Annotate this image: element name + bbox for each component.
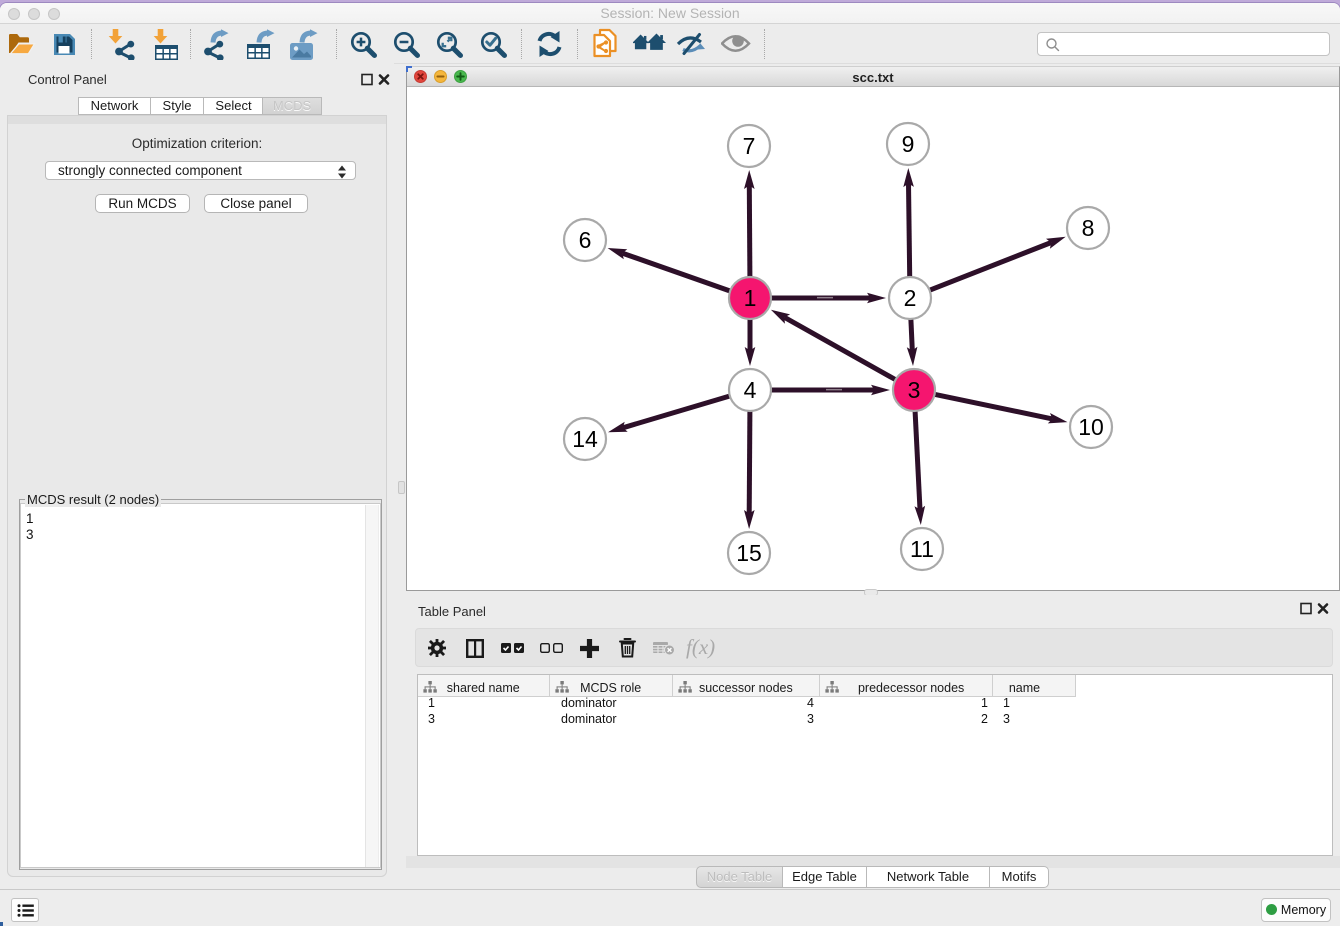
svg-text:4: 4: [744, 377, 757, 403]
svg-text:3: 3: [908, 377, 921, 403]
svg-text:14: 14: [572, 426, 598, 452]
svg-text:7: 7: [743, 133, 756, 159]
svg-text:15: 15: [736, 540, 762, 566]
svg-text:11: 11: [910, 536, 934, 562]
svg-text:6: 6: [579, 227, 592, 253]
svg-text:8: 8: [1082, 215, 1095, 241]
svg-text:1: 1: [744, 285, 757, 311]
svg-text:2: 2: [904, 285, 917, 311]
svg-text:10: 10: [1078, 414, 1104, 440]
svg-text:9: 9: [902, 131, 915, 157]
